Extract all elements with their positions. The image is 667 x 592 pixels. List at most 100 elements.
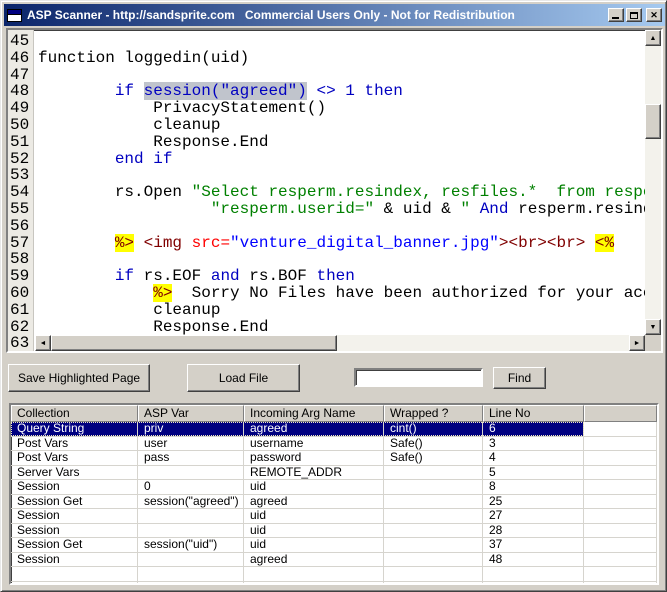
table-row[interactable]	[11, 582, 657, 585]
line-number: 49	[8, 100, 33, 117]
table-cell	[584, 422, 657, 436]
code-segment: <%	[595, 234, 614, 252]
table-row[interactable]: Sessionuid28	[11, 524, 657, 539]
scroll-left-button[interactable]: ◄	[35, 335, 51, 351]
scroll-down-button[interactable]: ▼	[645, 319, 661, 335]
table-row[interactable]: Session Getsession("agreed")agreed25	[11, 495, 657, 510]
down-arrow-icon: ▼	[650, 324, 657, 331]
code-segment: end if	[115, 150, 173, 168]
code-text-area[interactable]: function loggedin(uid) if session("agree…	[35, 30, 645, 335]
scroll-up-button[interactable]: ▲	[645, 30, 661, 46]
code-segment: then	[316, 267, 354, 285]
code-line	[38, 167, 645, 184]
table-cell: 6	[483, 422, 584, 436]
table-cell: Session	[11, 524, 138, 538]
right-arrow-icon: ►	[634, 340, 641, 347]
code-segment: <img	[144, 234, 192, 252]
table-cell	[584, 509, 657, 523]
table-cell: 28	[483, 524, 584, 538]
column-header[interactable]: Incoming Arg Name	[244, 405, 384, 422]
column-header[interactable]: ASP Var	[138, 405, 244, 422]
line-number: 46	[8, 50, 33, 67]
table-cell	[384, 524, 483, 538]
table-row[interactable]: Session0uid8	[11, 480, 657, 495]
table-row[interactable]: Sessionagreed48	[11, 553, 657, 568]
line-number: 61	[8, 302, 33, 319]
table-cell	[138, 466, 244, 480]
table-row[interactable]: Sessionuid27	[11, 509, 657, 524]
table-cell: Safe()	[384, 451, 483, 465]
line-number: 58	[8, 251, 33, 268]
code-line: PrivacyStatement()	[38, 100, 645, 117]
code-segment: rs.BOF	[249, 267, 316, 285]
line-number: 52	[8, 151, 33, 168]
table-cell: 0	[138, 480, 244, 494]
table-cell	[11, 567, 138, 581]
column-header[interactable]: Collection	[11, 405, 138, 422]
column-header[interactable]: Wrapped ?	[384, 405, 483, 422]
save-highlighted-page-button[interactable]: Save Highlighted Page	[8, 364, 150, 392]
load-file-button[interactable]: Load File	[187, 364, 300, 392]
table-cell: 25	[483, 495, 584, 509]
horizontal-scroll-thumb[interactable]	[51, 335, 337, 351]
code-segment: Response.End	[38, 133, 268, 151]
close-button[interactable]: ✕	[646, 8, 662, 22]
find-button[interactable]: Find	[493, 367, 546, 389]
table-cell	[138, 524, 244, 538]
table-row[interactable]: Post VarsuserusernameSafe()3	[11, 437, 657, 452]
table-cell	[11, 582, 138, 585]
code-segment: And	[480, 200, 509, 218]
code-line: cleanup	[38, 117, 645, 134]
table-cell: user	[138, 437, 244, 451]
table-cell	[483, 567, 584, 581]
table-cell	[584, 451, 657, 465]
table-cell	[584, 524, 657, 538]
table-cell	[384, 466, 483, 480]
code-segment: & uid &	[374, 200, 460, 218]
table-cell: Session Get	[11, 495, 138, 509]
table-cell	[138, 582, 244, 585]
minimize-button[interactable]	[608, 8, 624, 22]
line-number: 62	[8, 319, 33, 336]
maximize-button[interactable]	[626, 8, 642, 22]
table-row[interactable]: Server VarsREMOTE_ADDR5	[11, 466, 657, 481]
code-segment: <> 1 then	[307, 82, 403, 100]
horizontal-scrollbar[interactable]: ◄ ►	[35, 335, 645, 351]
table-cell	[244, 582, 384, 585]
table-row[interactable]	[11, 567, 657, 582]
code-editor[interactable]: 45464748495051525354555657585960616263 f…	[6, 28, 663, 353]
table-cell	[584, 466, 657, 480]
table-body: Query Stringprivagreedcint()6Post Varsus…	[11, 422, 657, 585]
table-cell	[138, 567, 244, 581]
table-cell	[584, 553, 657, 567]
vertical-scroll-thumb[interactable]	[645, 104, 661, 139]
code-line: cleanup	[38, 302, 645, 319]
column-header[interactable]: Line No	[483, 405, 584, 422]
table-row[interactable]: Query Stringprivagreedcint()6	[11, 422, 657, 437]
table-cell: 8	[483, 480, 584, 494]
table-row[interactable]: Post VarspasspasswordSafe()4	[11, 451, 657, 466]
table-cell: uid	[244, 480, 384, 494]
line-number: 54	[8, 184, 33, 201]
table-cell	[384, 495, 483, 509]
vertical-scrollbar[interactable]: ▲ ▼	[645, 30, 661, 335]
code-segment: "venture_digital_banner.jpg"	[230, 234, 499, 252]
table-cell: username	[244, 437, 384, 451]
column-header[interactable]	[584, 405, 657, 422]
line-number: 53	[8, 167, 33, 184]
table-cell: Post Vars	[11, 437, 138, 451]
table-row[interactable]: Session Getsession("uid")uid37	[11, 538, 657, 553]
line-number: 50	[8, 117, 33, 134]
scrollbar-corner	[645, 335, 661, 351]
code-segment: if	[115, 267, 144, 285]
line-number: 55	[8, 201, 33, 218]
code-line: if rs.EOF and rs.BOF then	[38, 268, 645, 285]
code-line	[38, 33, 645, 50]
code-line: if session("agreed") <> 1 then	[38, 83, 645, 100]
code-segment: "Select resperm.resindex, resfiles.* fro…	[192, 183, 645, 201]
code-segment: Sorry No Files have been authorized for …	[172, 284, 645, 302]
results-table[interactable]: CollectionASP VarIncoming Arg NameWrappe…	[9, 403, 659, 585]
table-cell	[584, 567, 657, 581]
search-input[interactable]	[354, 368, 483, 387]
scroll-right-button[interactable]: ►	[629, 335, 645, 351]
